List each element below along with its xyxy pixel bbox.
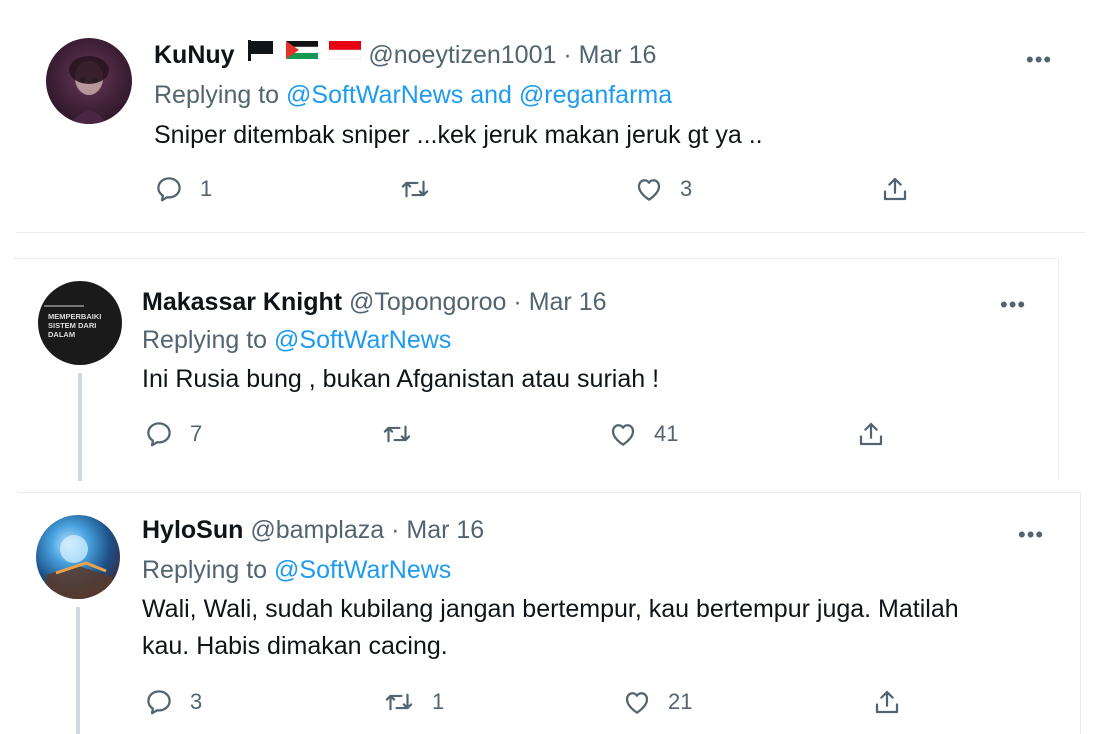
svg-text:MEMPERBAIKI: MEMPERBAIKI: [48, 312, 101, 321]
avatar-image: MEMPERBAIKI SISTEM DARI DALAM: [44, 305, 101, 339]
reply-icon: [147, 422, 171, 447]
more-options-icon[interactable]: •••: [1026, 49, 1052, 71]
mention-link[interactable]: @SoftWarNews: [274, 326, 451, 354]
display-name[interactable]: HyloSun: [142, 516, 243, 544]
like-count: 41: [654, 421, 679, 446]
black-flag-icon: [246, 38, 276, 68]
like-count: 3: [680, 176, 693, 201]
replying-to: Replying to @SoftWarNews: [142, 555, 451, 585]
heart-icon: [611, 424, 635, 446]
handle[interactable]: @noeytizen1001: [368, 41, 556, 69]
share-icon: [859, 422, 883, 446]
handle[interactable]: @Topongoroo: [349, 288, 506, 316]
reply-button[interactable]: 3: [144, 687, 202, 717]
separator-dot: ·: [391, 516, 400, 544]
retweet-icon: [385, 693, 413, 711]
palestine-flag-icon: [286, 38, 319, 68]
mention-link[interactable]: @reganfarma: [519, 81, 672, 109]
share-icon: [875, 690, 899, 714]
mention-link[interactable]: @SoftWarNews: [286, 81, 463, 109]
tweet-card[interactable]: MEMPERBAIKI SISTEM DARI DALAM Makassar K…: [14, 258, 1059, 481]
tweet-text: Sniper ditembak sniper ...kek jeruk maka…: [154, 121, 763, 149]
thread-line: [76, 607, 80, 734]
tweet-text-line: kau. Habis dimakan cacing.: [142, 632, 448, 660]
share-button[interactable]: [872, 687, 902, 717]
separator-dot: ·: [513, 288, 522, 316]
handle[interactable]: @bamplaza: [250, 516, 384, 544]
mention-join: and: [470, 81, 512, 109]
tweet-header: Makassar Knight @Topongoroo · Mar 16: [142, 287, 607, 317]
avatar-image: [46, 535, 112, 599]
tweet-header: KuNuy @noeytizen1001 · Mar 16: [154, 40, 656, 71]
svg-text:SISTEM DARI: SISTEM DARI: [48, 321, 96, 330]
reply-count: 7: [190, 421, 203, 446]
avatar[interactable]: [46, 38, 132, 124]
retweet-icon: [401, 180, 429, 198]
share-icon: [883, 177, 907, 201]
tweet-card[interactable]: HyloSun @bamplaza · Mar 16 ••• Replying …: [18, 492, 1081, 734]
reply-icon: [147, 690, 171, 715]
replying-to-label: Replying to: [142, 556, 268, 584]
tweet-date[interactable]: Mar 16: [579, 41, 657, 69]
more-options-icon[interactable]: •••: [1000, 294, 1026, 316]
reply-count: 3: [190, 689, 203, 714]
tweet-date[interactable]: Mar 16: [406, 516, 484, 544]
indonesia-flag-icon: [329, 38, 362, 68]
tweet-text: Ini Rusia bung , bukan Afganistan atau s…: [142, 365, 660, 393]
like-count: 21: [668, 689, 693, 714]
reply-icon: [157, 177, 181, 202]
retweet-icon: [383, 425, 411, 443]
avatar[interactable]: [36, 515, 120, 599]
reply-button[interactable]: 1: [154, 174, 212, 204]
retweet-button[interactable]: [380, 419, 430, 449]
avatar[interactable]: MEMPERBAIKI SISTEM DARI DALAM: [38, 281, 122, 365]
retweet-button[interactable]: [398, 174, 448, 204]
reply-count: 1: [200, 176, 213, 201]
tweet-text: Wali, Wali, sudah kubilang jangan bertem…: [142, 591, 1072, 665]
retweet-count: 1: [432, 689, 445, 714]
replying-to: Replying to @SoftWarNews and @reganfarma: [154, 80, 672, 110]
replying-to: Replying to @SoftWarNews: [142, 325, 451, 355]
retweet-button[interactable]: 1: [382, 687, 444, 717]
mention-link[interactable]: @SoftWarNews: [274, 556, 451, 584]
replying-to-label: Replying to: [154, 81, 280, 109]
avatar-image: [69, 56, 109, 124]
share-button[interactable]: [856, 419, 886, 449]
display-name[interactable]: Makassar Knight: [142, 288, 342, 316]
like-button[interactable]: 41: [608, 419, 678, 449]
share-button[interactable]: [880, 174, 910, 204]
replying-to-label: Replying to: [142, 326, 268, 354]
tweet-header: HyloSun @bamplaza · Mar 16: [142, 515, 484, 545]
like-button[interactable]: 21: [622, 687, 692, 717]
reply-button[interactable]: 7: [144, 419, 202, 449]
svg-text:DALAM: DALAM: [48, 330, 75, 339]
thread-line: [78, 373, 82, 481]
like-button[interactable]: 3: [634, 174, 692, 204]
tweet-date[interactable]: Mar 16: [529, 288, 607, 316]
heart-icon: [625, 692, 649, 714]
tweet-text-line: Wali, Wali, sudah kubilang jangan bertem…: [142, 595, 959, 623]
display-name[interactable]: KuNuy: [154, 41, 235, 69]
tweet-card[interactable]: KuNuy @noeytizen1001 · Mar 16 ••• Replyi…: [16, 14, 1085, 233]
separator-dot: ·: [563, 41, 572, 69]
heart-icon: [637, 179, 661, 201]
more-options-icon[interactable]: •••: [1018, 524, 1044, 546]
